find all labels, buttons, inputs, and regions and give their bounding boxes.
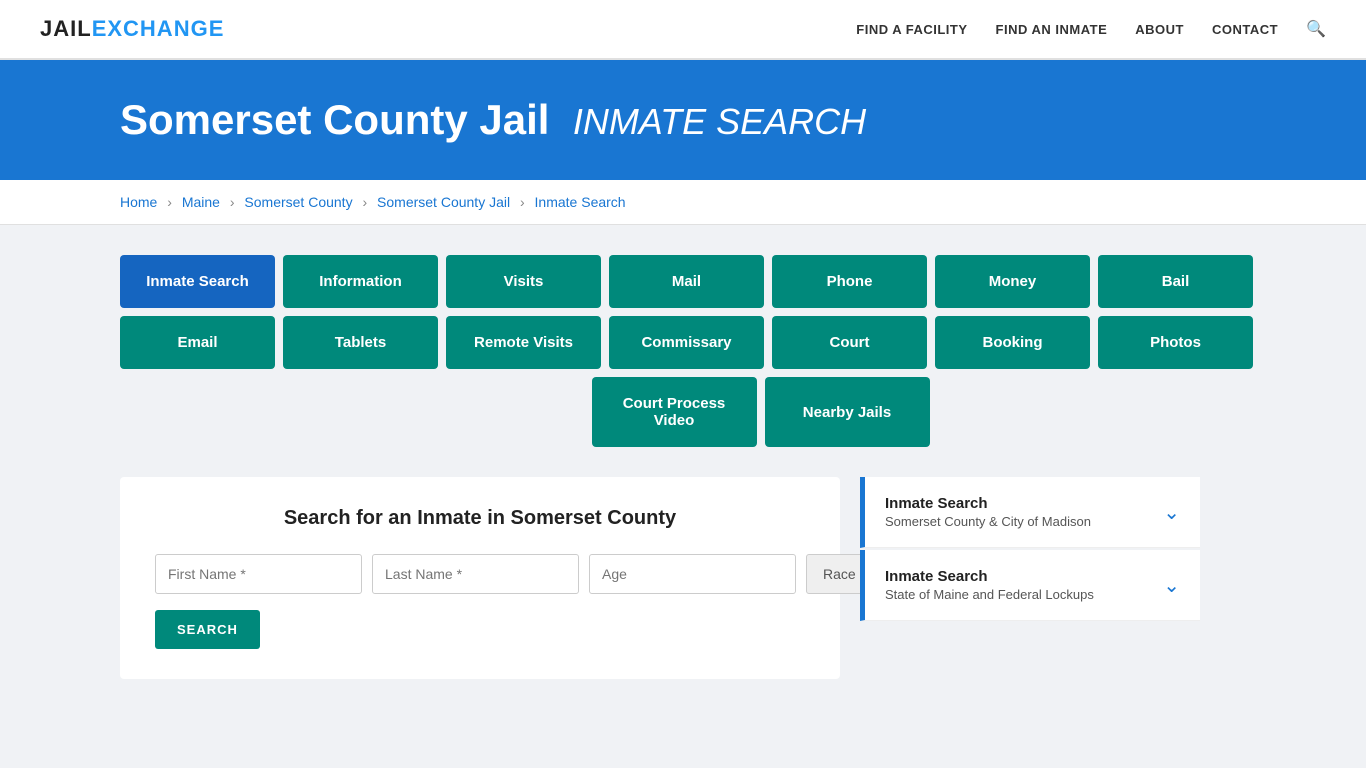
sidebar-item-1-label: Inmate Search: [885, 568, 1094, 585]
sidebar: Inmate Search Somerset County & City of …: [860, 477, 1200, 621]
nav-find-facility[interactable]: FIND A FACILITY: [856, 22, 967, 37]
main-nav: FIND A FACILITY FIND AN INMATE ABOUT CON…: [856, 19, 1326, 39]
breadcrumb: Home › Maine › Somerset County › Somerse…: [0, 180, 1366, 225]
btn-nearby-jails[interactable]: Nearby Jails: [765, 377, 930, 447]
search-button[interactable]: SEARCH: [155, 610, 260, 649]
breadcrumb-sep-2: ›: [230, 194, 235, 210]
nav-row-2: Email Tablets Remote Visits Commissary C…: [120, 316, 1246, 369]
btn-bail[interactable]: Bail: [1098, 255, 1253, 308]
nav-button-grid: Inmate Search Information Visits Mail Ph…: [120, 255, 1246, 447]
sidebar-item-0-label: Inmate Search: [885, 495, 1091, 512]
sidebar-item-1[interactable]: Inmate Search State of Maine and Federal…: [860, 550, 1200, 621]
main-content: Inmate Search Information Visits Mail Ph…: [0, 225, 1366, 709]
btn-email[interactable]: Email: [120, 316, 275, 369]
breadcrumb-somerset-county[interactable]: Somerset County: [244, 194, 352, 210]
btn-commissary[interactable]: Commissary: [609, 316, 764, 369]
first-name-input[interactable]: [155, 554, 362, 594]
sidebar-item-1-sub: State of Maine and Federal Lockups: [885, 587, 1094, 602]
breadcrumb-somerset-jail[interactable]: Somerset County Jail: [377, 194, 510, 210]
last-name-input[interactable]: [372, 554, 579, 594]
logo-jail: JAIL: [40, 16, 92, 41]
chevron-down-icon-1: ⌄: [1163, 573, 1180, 598]
hero-title-subtitle: INMATE SEARCH: [573, 101, 866, 142]
btn-mail[interactable]: Mail: [609, 255, 764, 308]
search-icon[interactable]: 🔍: [1306, 19, 1326, 39]
breadcrumb-sep-1: ›: [167, 194, 172, 210]
hero-banner: Somerset County Jail INMATE SEARCH: [0, 60, 1366, 180]
btn-photos[interactable]: Photos: [1098, 316, 1253, 369]
btn-remote-visits[interactable]: Remote Visits: [446, 316, 601, 369]
breadcrumb-sep-4: ›: [520, 194, 525, 210]
btn-money[interactable]: Money: [935, 255, 1090, 308]
chevron-down-icon-0: ⌄: [1163, 500, 1180, 525]
age-input[interactable]: [589, 554, 796, 594]
sidebar-item-0-sub: Somerset County & City of Madison: [885, 514, 1091, 529]
search-form-box: Search for an Inmate in Somerset County …: [120, 477, 840, 679]
btn-visits[interactable]: Visits: [446, 255, 601, 308]
nav-row-1: Inmate Search Information Visits Mail Ph…: [120, 255, 1246, 308]
nav-row-3: Court Process Video Nearby Jails: [120, 377, 1246, 447]
btn-information[interactable]: Information: [283, 255, 438, 308]
logo-exchange: EXCHANGE: [92, 16, 225, 41]
btn-inmate-search[interactable]: Inmate Search: [120, 255, 275, 308]
nav-contact[interactable]: CONTACT: [1212, 22, 1278, 37]
breadcrumb-current: Inmate Search: [535, 194, 626, 210]
search-form-title: Search for an Inmate in Somerset County: [155, 507, 805, 530]
site-header: JAILEXCHANGE FIND A FACILITY FIND AN INM…: [0, 0, 1366, 60]
btn-tablets[interactable]: Tablets: [283, 316, 438, 369]
btn-booking[interactable]: Booking: [935, 316, 1090, 369]
nav-find-inmate[interactable]: FIND AN INMATE: [996, 22, 1108, 37]
nav-about[interactable]: ABOUT: [1135, 22, 1184, 37]
btn-court[interactable]: Court: [772, 316, 927, 369]
btn-court-process-video[interactable]: Court Process Video: [592, 377, 757, 447]
hero-title-main: Somerset County Jail: [120, 96, 549, 143]
breadcrumb-sep-3: ›: [362, 194, 367, 210]
sidebar-item-0[interactable]: Inmate Search Somerset County & City of …: [860, 477, 1200, 548]
content-area: Search for an Inmate in Somerset County …: [120, 477, 1246, 679]
breadcrumb-maine[interactable]: Maine: [182, 194, 220, 210]
site-logo[interactable]: JAILEXCHANGE: [40, 16, 224, 42]
btn-phone[interactable]: Phone: [772, 255, 927, 308]
hero-title: Somerset County Jail INMATE SEARCH: [120, 96, 1326, 144]
breadcrumb-home[interactable]: Home: [120, 194, 157, 210]
search-inputs: Race White Black Hispanic Asian Other: [155, 554, 805, 594]
